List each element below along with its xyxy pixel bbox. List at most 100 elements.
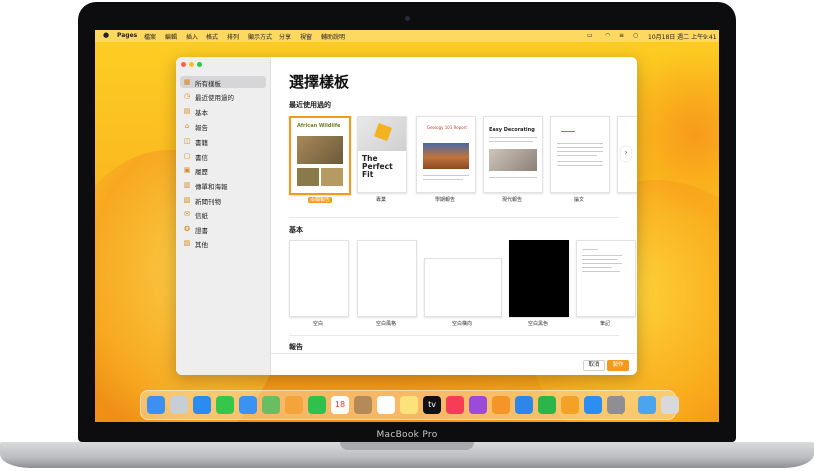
text-line xyxy=(557,151,603,152)
messages-icon[interactable] xyxy=(216,396,234,414)
menu-edit[interactable]: 編輯 xyxy=(165,32,177,41)
create-button[interactable]: 製作 xyxy=(607,360,629,371)
template-sidebar: ▦ 所有樣板 ◷ 最近使用過的 ▤ 基本 ⌂ 報告 ◫ 書籍 ▢ 書信 ▣ 履歷 ▥ 傳單和海報… xyxy=(176,57,271,375)
sidebar-item-stationery[interactable]: ✉ 信紙 xyxy=(180,208,266,220)
text-line xyxy=(582,249,598,250)
sidebar-item-label: 所有樣板 xyxy=(195,80,221,88)
photos-icon[interactable] xyxy=(285,396,303,414)
reminders-icon[interactable] xyxy=(377,396,395,414)
menu-format[interactable]: 格式 xyxy=(206,32,218,41)
contacts-icon[interactable] xyxy=(354,396,372,414)
template-caption: 學期報告 xyxy=(434,197,455,203)
text-line xyxy=(423,179,463,180)
dock: 18 tv xyxy=(140,390,679,420)
appstore-icon[interactable] xyxy=(584,396,602,414)
template-gallery: 選擇樣板 最近使用過的 African Wildlife 兩欄報告 The Pe… xyxy=(271,57,637,375)
maps-icon[interactable] xyxy=(262,396,280,414)
mail-icon[interactable] xyxy=(239,396,257,414)
books-icon[interactable] xyxy=(492,396,510,414)
template-thumbnail[interactable]: The Perfect Fit xyxy=(357,116,407,193)
thumbnail-photo xyxy=(297,136,343,164)
text-line xyxy=(557,143,603,144)
text-line xyxy=(489,137,537,138)
sidebar-item-newsletters[interactable]: ▧ 新聞刊物 xyxy=(180,194,266,206)
section-heading-reports: 報告 xyxy=(289,343,303,351)
selected-caption: 兩欄報告 xyxy=(307,197,332,203)
thumbnail-title: The Perfect Fit xyxy=(362,154,393,179)
sidebar-item-certificates[interactable]: ✪ 證書 xyxy=(180,223,266,235)
cancel-button[interactable]: 取消 xyxy=(583,360,605,371)
keynote-icon[interactable] xyxy=(515,396,533,414)
menu-view[interactable]: 顯示方式 xyxy=(248,32,272,41)
sidebar-item-recent[interactable]: ◷ 最近使用過的 xyxy=(180,90,266,102)
podcasts-icon[interactable] xyxy=(469,396,487,414)
sidebar-item-label: 證書 xyxy=(195,227,208,235)
pages-icon[interactable] xyxy=(561,396,579,414)
close-window-icon[interactable] xyxy=(181,62,186,67)
menu-file[interactable]: 檔案 xyxy=(144,32,156,41)
finder-icon[interactable] xyxy=(147,396,165,414)
thumbnail-photo xyxy=(321,168,343,186)
facetime-icon[interactable] xyxy=(308,396,326,414)
menu-arrange[interactable]: 排列 xyxy=(227,32,239,41)
wifi-icon[interactable]: ◠ xyxy=(605,32,610,39)
sidebar-item-books[interactable]: ◫ 書籍 xyxy=(180,135,266,147)
sidebar-item-label: 書信 xyxy=(195,154,208,162)
sidebar-item-label: 基本 xyxy=(195,109,208,117)
menu-help[interactable]: 輔助說明 xyxy=(321,32,345,41)
text-line xyxy=(582,267,612,268)
thumbnail-title: Easy Decorating xyxy=(489,127,535,133)
newspaper-icon: ▧ xyxy=(183,196,191,204)
template-thumbnail[interactable] xyxy=(576,240,636,317)
minimize-window-icon[interactable] xyxy=(189,62,194,67)
section-divider xyxy=(289,335,619,336)
sidebar-item-all[interactable]: ▦ 所有樣板 xyxy=(180,76,266,88)
chevron-right-icon[interactable]: › xyxy=(621,147,631,161)
zoom-window-icon[interactable] xyxy=(197,62,202,67)
template-thumbnail[interactable] xyxy=(509,240,569,317)
sidebar-item-misc[interactable]: ▨ 其他 xyxy=(180,237,266,249)
menu-app-name[interactable]: Pages xyxy=(117,32,137,39)
template-thumbnail[interactable]: Geology 101 Report xyxy=(416,116,476,193)
apple-menu-icon[interactable]: ● xyxy=(103,31,109,39)
template-thumbnail[interactable] xyxy=(357,240,417,317)
safari-icon[interactable] xyxy=(193,396,211,414)
sidebar-item-reports[interactable]: ⌂ 報告 xyxy=(180,120,266,132)
template-thumbnail[interactable] xyxy=(424,258,502,317)
trash-icon[interactable] xyxy=(661,396,679,414)
search-icon[interactable]: ○ xyxy=(633,32,638,39)
template-thumbnail[interactable] xyxy=(550,116,610,193)
menubar-clock[interactable]: 10月18日 週二 上午9:41 xyxy=(648,32,717,41)
sidebar-item-label: 履歷 xyxy=(195,168,208,176)
template-thumbnail[interactable]: Easy Decorating xyxy=(483,116,543,193)
notes-icon[interactable] xyxy=(400,396,418,414)
text-line xyxy=(561,131,575,132)
template-thumbnail[interactable]: African Wildlife xyxy=(289,116,351,195)
menu-share[interactable]: 分享 xyxy=(279,32,291,41)
misc-icon: ▨ xyxy=(183,239,191,247)
launchpad-icon[interactable] xyxy=(170,396,188,414)
template-thumbnail[interactable] xyxy=(289,240,349,317)
tv-icon[interactable]: tv xyxy=(423,396,441,414)
menu-insert[interactable]: 插入 xyxy=(186,32,198,41)
laptop-notch xyxy=(340,442,474,450)
book-icon: ◫ xyxy=(183,137,191,145)
thumbnail-photo xyxy=(297,168,319,186)
control-center-icon[interactable]: ≡ xyxy=(619,32,624,39)
music-icon[interactable] xyxy=(446,396,464,414)
numbers-icon[interactable] xyxy=(538,396,556,414)
page-title: 選擇樣板 xyxy=(289,73,350,91)
sidebar-item-flyers[interactable]: ▥ 傳單和海報 xyxy=(180,179,266,191)
text-line xyxy=(557,147,603,148)
sidebar-item-resumes[interactable]: ▣ 履歷 xyxy=(180,164,266,176)
settings-icon[interactable] xyxy=(607,396,625,414)
sidebar-item-basic[interactable]: ▤ 基本 xyxy=(180,105,266,117)
template-chooser-window: ▦ 所有樣板 ◷ 最近使用過的 ▤ 基本 ⌂ 報告 ◫ 書籍 ▢ 書信 ▣ 履歷 ▥ 傳單和海報… xyxy=(176,57,637,375)
flyer-icon: ▥ xyxy=(183,181,191,189)
battery-icon[interactable]: ▭ xyxy=(587,32,593,39)
calendar-icon[interactable]: 18 xyxy=(331,396,349,414)
section-divider xyxy=(289,217,619,218)
downloads-folder-icon[interactable] xyxy=(638,396,656,414)
sidebar-item-letters[interactable]: ▢ 書信 xyxy=(180,150,266,162)
menu-window[interactable]: 視窗 xyxy=(300,32,312,41)
